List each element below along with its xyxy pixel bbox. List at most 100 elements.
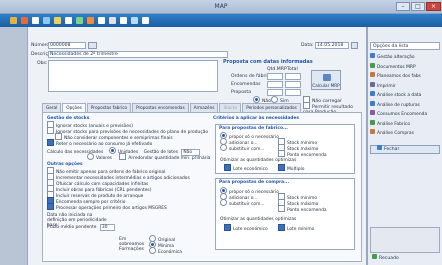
tab-periodos[interactable]: Períodos personalizados: [242, 103, 301, 112]
fabrico-checkbox[interactable]: Ponto encomenda: [278, 150, 327, 158]
data-label: Data:: [301, 43, 314, 48]
compra-right: Stock mínimo Stock máximo Ponto encomend…: [278, 193, 327, 213]
summary-value: [285, 73, 301, 80]
window-title: MAP: [214, 3, 228, 10]
sidebar-action-icon: [370, 110, 375, 115]
sidebar-action-item[interactable]: Análise Fabrico: [370, 119, 440, 129]
toolbar-icon[interactable]: [10, 17, 17, 24]
numero-lookup-button[interactable]: [88, 42, 97, 49]
outras-checkbox[interactable]: Processar operações primeiro dos artigos…: [47, 203, 212, 211]
summary-value: [285, 89, 301, 96]
sidebar-action-label: Análise Compras: [377, 131, 414, 136]
sidebar-action-label: Análise de rupturas: [377, 102, 420, 108]
toolbar-icon[interactable]: [131, 17, 138, 24]
toolbar-icon[interactable]: [65, 17, 72, 24]
compra-lote-checkbox[interactable]: Lote económico: [224, 224, 268, 232]
fabrico-radio[interactable]: substituir com...: [220, 144, 279, 152]
left-options: Gestão de stocks Ignorar stocks (anuais …: [47, 116, 212, 255]
descricao-input[interactable]: Necessidades de 2º trimestre: [48, 51, 228, 58]
maximize-button[interactable]: □: [411, 2, 425, 11]
sidebar-action-label: Imprimir: [377, 83, 396, 89]
fabrico-lote-checkbox[interactable]: Lote económico: [224, 164, 268, 172]
toolbar-icon[interactable]: [76, 17, 83, 24]
sidebar-dropdown[interactable]: Opções da lista: [370, 42, 440, 50]
gestao-checkbox[interactable]: Reter o necessário ao consumo já efetiva…: [47, 139, 212, 147]
fabrico-options: propor só o necessário adicionar o... su…: [220, 132, 279, 152]
summary-row-label: Ordens de fábrica: [231, 74, 272, 79]
data-input[interactable]: 14.05.2018: [315, 42, 349, 49]
prazo-input[interactable]: 30: [99, 224, 115, 231]
calculo-valores-radio[interactable]: Valores: [87, 153, 112, 161]
sidebar-action-item[interactable]: Análise Compras: [370, 129, 440, 138]
calcular-mrp-label: Calcular MRP: [312, 83, 340, 88]
tab-propostas-encomendas[interactable]: Propostas encomendas: [132, 103, 189, 112]
close-button[interactable]: ×: [426, 2, 441, 11]
checkbox-box[interactable]: [47, 127, 54, 134]
summary-value: [267, 89, 283, 96]
summary-col1: Qtd.MRP: [267, 67, 287, 72]
sidebar-action-icon: [370, 81, 375, 87]
toolbar-icon[interactable]: [109, 17, 116, 24]
compra-lote-minimo-checkbox[interactable]: Lote mínimo: [278, 224, 314, 232]
checkbox-label: Reter o necessário ao consumo já efetiva…: [56, 142, 153, 147]
sidebar-action-label: Gestão alteração: [377, 55, 415, 60]
summary-row-label: Encomendas: [231, 82, 261, 87]
sidebar-action-label: Planeamos dos fabs: [377, 74, 421, 79]
compra-foot: Otimizar as quantidades optimizas: [220, 217, 297, 222]
sidebar-action-item[interactable]: Análise de rupturas: [370, 100, 440, 110]
calculator-icon: [323, 74, 331, 81]
fechar-button[interactable]: Fechar: [370, 145, 440, 154]
obs-textarea[interactable]: [48, 60, 218, 92]
checkbox-box[interactable]: [55, 133, 62, 140]
sidebar-action-icon: [370, 62, 375, 68]
sidebar-action-item[interactable]: Documentos MRP: [370, 62, 440, 72]
fabrico-title: Para propostas de fabrico...: [219, 126, 288, 131]
tab-armazens[interactable]: Armazéns: [189, 103, 219, 112]
calendar-button[interactable]: [351, 42, 358, 49]
sidebar-action-icon: [370, 53, 375, 58]
compra-radio[interactable]: substituir com...: [220, 199, 279, 207]
toolbar-icon[interactable]: [32, 17, 39, 24]
criterios-heading: Critérios a aplicar às necessidades: [213, 116, 300, 121]
toolbar-icon[interactable]: [43, 17, 50, 24]
sidebar-action-label: Análise Fabrico: [377, 121, 411, 127]
calcular-mrp-button[interactable]: Calcular MRP: [311, 70, 341, 90]
summary-row-label: Proposta: [231, 90, 252, 95]
toolbar-icon[interactable]: [98, 17, 105, 24]
toolbar-icon[interactable]: [54, 17, 61, 24]
sidebar-footer[interactable]: Recuado: [372, 254, 399, 261]
arredondar-checkbox[interactable]: Arredondar quantidade mín. primária: [119, 153, 210, 161]
summary-value: [267, 81, 283, 88]
toolbar: [0, 14, 442, 27]
em-sobreamos-label: Em sobreamos Formações: [119, 237, 145, 252]
checkbox-label: Processar operações primeiro dos artigos…: [56, 206, 167, 211]
sidebar-action-item[interactable]: Imprimir: [370, 81, 440, 91]
sidebar-action-label: Análise stock a data: [377, 93, 422, 98]
toolbar-icon[interactable]: [120, 17, 127, 24]
fabrico-multiplo-checkbox[interactable]: Múltiplo: [278, 164, 304, 172]
sidebar-action-label: Documentos MRP: [377, 64, 416, 70]
opcoes-tab-panel: Gestão de stocks Ignorar stocks (anuais …: [42, 112, 362, 262]
sidebar-action-item[interactable]: Análise stock a data: [370, 91, 440, 100]
preview-panel: [370, 227, 440, 253]
prazo-label: Prazo médio pendente: [47, 225, 97, 230]
checkbox-box[interactable]: [47, 139, 54, 146]
sidebar-action-item[interactable]: Consumos Encomenda: [370, 110, 440, 119]
data-norma-label: Data não iniciada na definição em period…: [47, 213, 107, 228]
tab-geral[interactable]: Geral: [42, 103, 62, 112]
toolbar-icon[interactable]: [142, 17, 149, 24]
sidebar-action-item[interactable]: Planeamos dos fabs: [370, 72, 440, 81]
toolbar-icon[interactable]: [87, 17, 94, 24]
sidebar-action-item[interactable]: Gestão alteração: [370, 53, 440, 62]
radio-economica[interactable]: Económica: [149, 247, 182, 255]
compra-group: Para propostas de compra... propor só o …: [215, 178, 355, 250]
compra-title: Para propostas de compra...: [219, 180, 290, 185]
minimize-button[interactable]: –: [396, 2, 410, 11]
summary-col2: Total: [287, 67, 298, 72]
tab-propostas-fabrico[interactable]: Propostas fabrico: [86, 103, 132, 112]
tab-stocks[interactable]: Stocks: [219, 103, 242, 112]
numero-input[interactable]: 0000008: [48, 42, 86, 49]
compra-checkbox[interactable]: Ponto encomenda: [278, 205, 327, 213]
checkbox-box[interactable]: [47, 203, 54, 210]
toolbar-icon[interactable]: [21, 17, 28, 24]
